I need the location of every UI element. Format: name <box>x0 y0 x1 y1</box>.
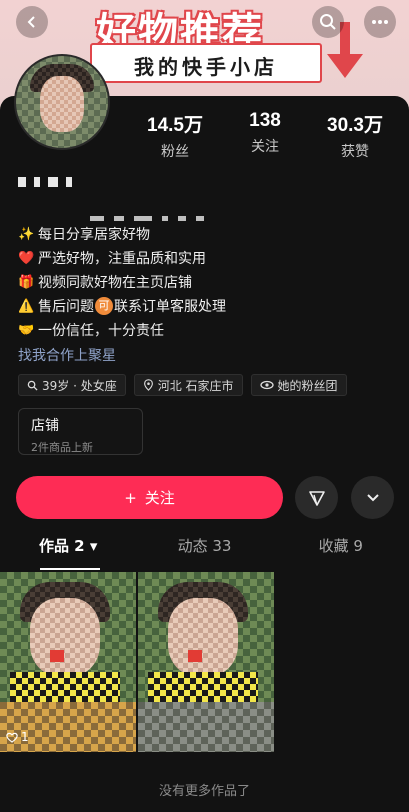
no-more-works-note: 没有更多作品了 <box>158 784 250 799</box>
tag-age[interactable]: 39岁 · 处女座 <box>18 374 126 396</box>
stat-label: 粉丝 <box>161 144 189 160</box>
send-icon <box>308 490 325 506</box>
gift-icon: 🎁 <box>18 274 35 290</box>
sparkle-icon: ✨ <box>18 226 35 242</box>
tab-works[interactable]: 作品 2 ▾ <box>0 535 136 561</box>
chevron-down-icon <box>366 493 379 501</box>
stat-value: 138 <box>249 110 281 131</box>
bio-text: 视频同款好物在主页店铺 <box>38 275 192 291</box>
profile-stats: 14.5万 粉丝 138 关注 30.3万 获赞 <box>130 110 400 161</box>
search-icon <box>320 14 336 30</box>
shop-title: 店铺 <box>31 418 59 434</box>
handshake-icon: 🤝 <box>18 322 35 338</box>
back-button[interactable] <box>16 6 48 38</box>
search-button[interactable] <box>312 6 344 38</box>
thumbnail-mouth <box>50 650 64 662</box>
work-thumbnail[interactable]: 1 <box>0 572 136 752</box>
thumbnail-face <box>30 598 100 676</box>
work-thumbnail[interactable] <box>138 572 274 752</box>
shop-subtitle: 2件商品上新 <box>31 441 93 454</box>
search-icon <box>27 380 38 391</box>
tab-favorites[interactable]: 收藏 9 <box>273 535 409 561</box>
thumbnail-bottom <box>0 702 136 752</box>
location-icon <box>143 379 153 391</box>
bio-line: ❤️ 严选好物，注重品质和实用 <box>18 246 226 270</box>
tab-moments[interactable]: 动态 33 <box>136 535 272 561</box>
avatar[interactable] <box>14 54 110 150</box>
thumbnail-caption-band <box>10 672 120 702</box>
share-button[interactable] <box>295 476 338 519</box>
bio-line: 🤝 一份信任，十分责任 <box>18 318 226 342</box>
tag-location[interactable]: 河北 石家庄市 <box>133 374 243 396</box>
stat-label: 获赞 <box>341 144 369 160</box>
banner-subtitle-box: 我的快手小店 <box>90 43 322 83</box>
collab-link[interactable]: 找我合作上聚星 <box>18 345 116 365</box>
profile-tabs: 作品 2 ▾ 动态 33 收藏 9 <box>0 535 409 561</box>
tag-label: 河北 石家庄市 <box>157 378 234 393</box>
chevron-left-icon <box>27 16 35 28</box>
thumbnail-caption-band <box>148 672 258 702</box>
fan-group-icon <box>259 380 274 390</box>
follow-label: 关注 <box>144 489 175 507</box>
thumbnail-bottom <box>138 702 274 752</box>
bio-text: 一份信任，十分责任 <box>38 323 164 339</box>
bio-text: 联系订单客服处理 <box>114 299 226 315</box>
stat-label: 关注 <box>251 139 279 155</box>
like-count: 1 <box>6 730 29 744</box>
tag-fan-group[interactable]: 她的粉丝团 <box>250 374 347 396</box>
profile-tags: 39岁 · 处女座 河北 石家庄市 她的粉丝团 <box>18 374 347 396</box>
thumbnail-face <box>168 598 238 676</box>
avatar-face <box>40 76 84 132</box>
bio-line: ✨ 每日分享居家好物 <box>18 222 226 246</box>
stat-following[interactable]: 138 关注 <box>220 110 310 161</box>
bio-text: 售后问题 <box>38 299 94 315</box>
can-badge-icon: 可 <box>95 297 113 315</box>
stat-fans[interactable]: 14.5万 粉丝 <box>130 110 220 161</box>
follow-button[interactable]: + 关注 <box>16 476 283 519</box>
more-icon <box>372 20 388 24</box>
heart-outline-icon <box>6 732 18 743</box>
tag-label: 39岁 · 处女座 <box>42 378 117 393</box>
plus-icon: + <box>124 488 137 507</box>
bio: ✨ 每日分享居家好物 ❤️ 严选好物，注重品质和实用 🎁 视频同款好物在主页店铺… <box>18 222 226 342</box>
more-button[interactable] <box>364 6 396 38</box>
thumbnail-mouth <box>188 650 202 662</box>
bio-line: 🎁 视频同款好物在主页店铺 <box>18 270 226 294</box>
works-grid: 1 <box>0 572 275 752</box>
bio-text: 严选好物，注重品质和实用 <box>38 251 206 267</box>
stat-likes[interactable]: 30.3万 获赞 <box>310 110 400 161</box>
more-options-button[interactable] <box>351 476 394 519</box>
warning-icon: ⚠️ <box>18 298 35 314</box>
tab-indicator <box>40 568 100 570</box>
shop-card[interactable]: 店铺 2件商品上新 <box>18 408 143 455</box>
heart-icon: ❤️ <box>18 250 35 266</box>
stat-value: 14.5万 <box>147 115 203 136</box>
username-redacted <box>18 172 80 187</box>
bio-text: 每日分享居家好物 <box>38 227 150 243</box>
bio-line: ⚠️ 售后问题 可 联系订单客服处理 <box>18 294 226 318</box>
stat-value: 30.3万 <box>327 115 383 136</box>
banner-subtitle: 我的快手小店 <box>134 55 278 79</box>
tag-label: 她的粉丝团 <box>277 378 338 393</box>
like-count-value: 1 <box>21 730 29 744</box>
